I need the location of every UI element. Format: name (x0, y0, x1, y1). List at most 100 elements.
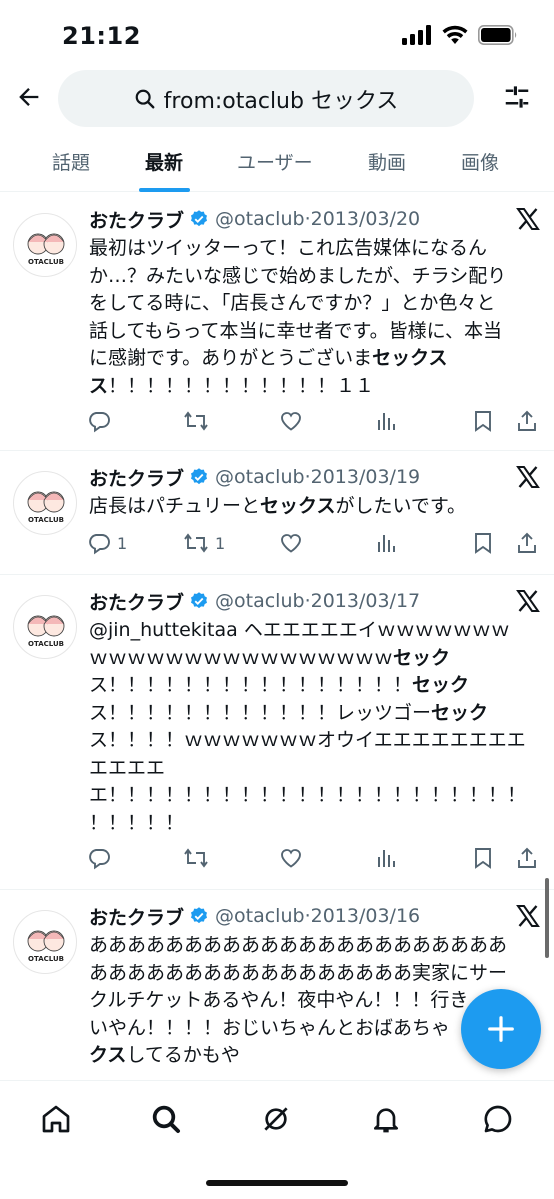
tweet-date[interactable]: 2013/03/20 (311, 208, 421, 230)
tweet-actions (87, 846, 539, 874)
tweet-text: @jin_huttekitaa ヘエエエエエイｗｗｗｗｗｗｗ ｗｗｗｗｗｗｗｗｗ… (89, 619, 527, 834)
tweet[interactable]: OTACLUB おたクラブ @otaclub · 2013/03/17 @jin… (0, 575, 554, 890)
display-name[interactable]: おたクラブ (89, 206, 184, 233)
views-icon (378, 413, 395, 430)
search-query: from:otaclub セックス (163, 88, 399, 114)
otaclub-logo-icon: OTACLUB (27, 233, 65, 266)
retweet-button[interactable]: 1 (183, 531, 225, 555)
display-name[interactable]: おたクラブ (89, 903, 184, 930)
tweet[interactable]: OTACLUB おたクラブ @otaclub · 2013/03/19 店長はパ… (0, 451, 554, 575)
nav-messages[interactable] (478, 1099, 518, 1139)
search-input[interactable]: from:otaclub セックス (58, 70, 474, 127)
tweet-content: おたクラブ @otaclub · 2013/03/20 最初はツイッターって！こ… (89, 204, 529, 400)
bookmark-icon (475, 411, 491, 432)
heart-icon (281, 534, 301, 553)
share-icon (518, 410, 536, 431)
reply-icon (89, 412, 110, 433)
like-button[interactable] (279, 531, 303, 555)
tweet-header: おたクラブ @otaclub · 2013/03/17 (89, 586, 529, 616)
retweet-button[interactable] (183, 846, 209, 870)
like-button[interactable] (279, 409, 303, 433)
like-button[interactable] (279, 846, 303, 870)
tweet-header: おたクラブ @otaclub · 2013/03/19 (89, 462, 529, 492)
x-logo-icon (516, 590, 540, 612)
heart-icon (281, 412, 301, 431)
avatar[interactable]: OTACLUB (13, 595, 77, 659)
nav-notifications[interactable] (366, 1099, 406, 1139)
tweet-date[interactable]: 2013/03/17 (311, 590, 421, 612)
x-logo-icon (516, 905, 540, 927)
handle[interactable]: @otaclub (215, 590, 305, 612)
verified-badge-icon (189, 906, 209, 926)
bookmark-button[interactable] (471, 409, 495, 433)
retweet-button[interactable] (183, 409, 215, 433)
handle[interactable]: @otaclub (215, 905, 305, 927)
heart-icon (281, 849, 301, 868)
home-indicator (206, 1180, 348, 1186)
tweet-actions: 1 1 (87, 531, 539, 559)
views-icon (378, 535, 395, 552)
tweet-date[interactable]: 2013/03/16 (311, 905, 421, 927)
reply-count: 1 (117, 533, 128, 553)
svg-text:OTACLUB: OTACLUB (28, 516, 64, 524)
x-logo-icon (516, 466, 540, 488)
reply-icon (89, 534, 110, 555)
reply-button[interactable] (87, 846, 111, 870)
display-name[interactable]: おたクラブ (89, 588, 184, 615)
retweet-icon (184, 411, 208, 431)
status-time: 21:12 (62, 22, 141, 50)
otaclub-logo-icon: OTACLUB (27, 615, 65, 648)
bookmark-icon (475, 848, 491, 869)
battery-icon (478, 25, 517, 45)
retweet-count: 1 (215, 533, 226, 553)
otaclub-logo-icon: OTACLUB (27, 930, 65, 963)
handle[interactable]: @otaclub (215, 208, 305, 230)
views-button[interactable] (375, 531, 399, 555)
verified-badge-icon (189, 467, 209, 487)
bookmark-button[interactable] (471, 846, 495, 870)
avatar[interactable]: OTACLUB (13, 910, 77, 974)
views-icon (378, 850, 395, 867)
views-button[interactable] (375, 846, 399, 870)
back-button[interactable] (12, 80, 46, 114)
tweet-content: おたクラブ @otaclub · 2013/03/17 @jin_hutteki… (89, 586, 529, 837)
tweet-text: 店長はパチュリーとセックスがしたいです。 (89, 495, 466, 517)
share-button[interactable] (515, 409, 539, 433)
handle[interactable]: @otaclub (215, 466, 305, 488)
plus-icon (488, 1016, 514, 1042)
nav-explore[interactable] (146, 1099, 186, 1139)
arrow-left-icon (19, 88, 39, 106)
reply-button[interactable] (87, 409, 117, 433)
display-name[interactable]: おたクラブ (89, 464, 184, 491)
tab-photos[interactable]: 画像 (461, 148, 499, 175)
nav-grok[interactable] (256, 1099, 296, 1139)
avatar[interactable]: OTACLUB (13, 471, 77, 535)
avatar[interactable]: OTACLUB (13, 213, 77, 277)
x-logo-icon (516, 208, 540, 230)
svg-text:OTACLUB: OTACLUB (28, 640, 64, 648)
bookmark-button[interactable] (471, 531, 495, 555)
tab-videos[interactable]: 動画 (368, 148, 406, 175)
filter-button[interactable] (500, 80, 534, 114)
svg-text:OTACLUB: OTACLUB (28, 955, 64, 963)
tab-latest[interactable]: 最新 (145, 148, 183, 175)
share-button[interactable] (515, 846, 539, 870)
retweet-icon (184, 848, 208, 868)
home-icon (42, 1105, 70, 1133)
scrollbar[interactable] (545, 878, 549, 958)
tweet[interactable]: OTACLUB おたクラブ @otaclub · 2013/03/20 最初はツ… (0, 193, 554, 451)
cellular-signal-icon (402, 25, 431, 45)
tab-people[interactable]: ユーザー (237, 148, 313, 175)
share-button[interactable] (515, 531, 539, 555)
compose-button[interactable] (461, 989, 541, 1069)
views-button[interactable] (375, 409, 399, 433)
tweet-feed[interactable]: OTACLUB おたクラブ @otaclub · 2013/03/20 最初はツ… (0, 193, 554, 1080)
search-icon (135, 89, 155, 108)
nav-home[interactable] (36, 1099, 76, 1139)
tweet-date[interactable]: 2013/03/19 (311, 466, 421, 488)
tweet-header: おたクラブ @otaclub · 2013/03/16 (89, 901, 529, 931)
reply-button[interactable]: 1 (87, 531, 127, 555)
svg-text:OTACLUB: OTACLUB (28, 258, 64, 266)
share-icon (518, 532, 536, 553)
tab-top[interactable]: 話題 (52, 148, 90, 175)
